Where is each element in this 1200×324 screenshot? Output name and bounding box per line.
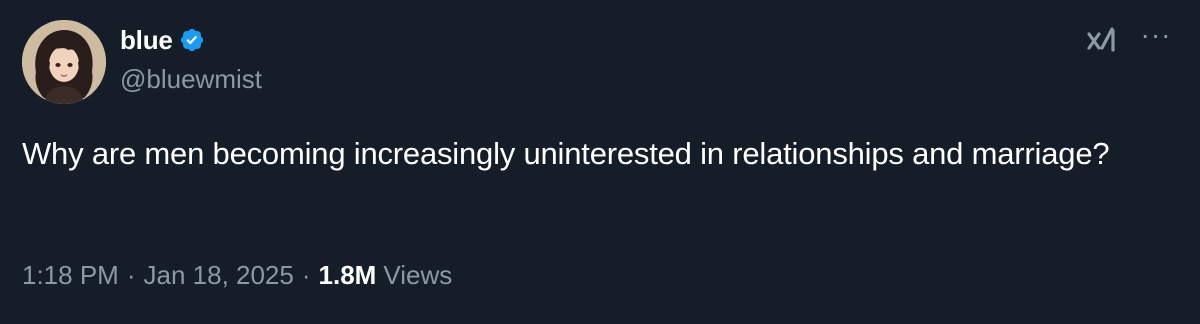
tweet-date[interactable]: Jan 18, 2025: [144, 260, 294, 291]
grok-icon[interactable]: [1086, 26, 1122, 56]
views-label: Views: [383, 260, 453, 290]
author-display-name[interactable]: blue: [120, 25, 173, 56]
verified-badge-icon: [179, 27, 205, 53]
author-name-row: blue: [120, 24, 205, 56]
tweet-metadata: 1:18 PM · Jan 18, 2025 · 1.8M Views: [22, 260, 452, 291]
views-count[interactable]: 1.8M: [319, 260, 377, 291]
tweet-text: Why are men becoming increasingly uninte…: [22, 136, 1110, 171]
more-options-icon[interactable]: ···: [1138, 21, 1174, 54]
avatar[interactable]: [22, 20, 106, 104]
meta-separator: ·: [126, 260, 136, 290]
tweet-card: blue @bluewmist ··· Why are men becoming…: [0, 0, 1200, 324]
meta-separator: ·: [301, 260, 311, 290]
tweet-time[interactable]: 1:18 PM: [22, 260, 119, 291]
avatar-image: [22, 20, 106, 104]
author-handle[interactable]: @bluewmist: [120, 64, 262, 95]
